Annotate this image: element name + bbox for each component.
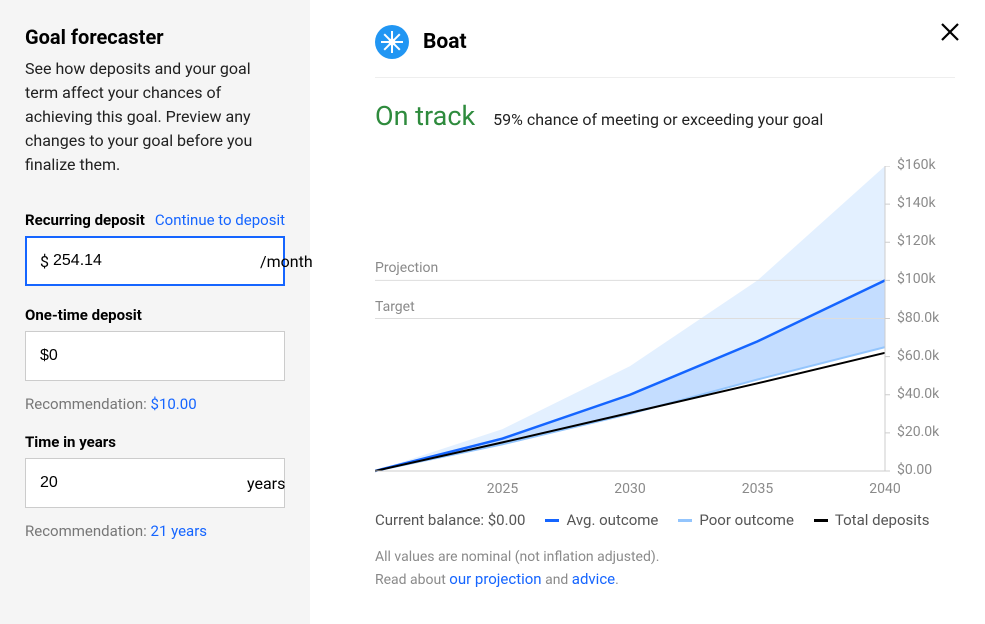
sidebar: Goal forecaster See how deposits and you… (0, 0, 310, 624)
time-group: Time in years years Recommendation: 21 y… (25, 433, 285, 540)
legend-total-deposits: Total deposits (814, 511, 930, 529)
time-input[interactable] (40, 474, 247, 492)
x-tick-label: 2040 (869, 481, 900, 497)
y-tick-label: $160k (897, 157, 936, 173)
advice-link[interactable]: advice (572, 570, 615, 588)
y-tick-label: $60.0k (897, 348, 939, 364)
recurring-deposit-input-wrap[interactable]: $ /month (25, 236, 285, 286)
recurring-deposit-input[interactable] (53, 252, 260, 270)
onetime-rec-label: Recommendation: (25, 395, 151, 413)
time-label: Time in years (25, 433, 116, 451)
status-description: 59% chance of meeting or exceeding your … (493, 110, 823, 129)
close-icon (940, 22, 960, 42)
boat-goal-icon (375, 25, 409, 59)
time-recommendation: Recommendation: 21 years (25, 522, 285, 540)
chart-legend: Current balance: $0.00 Avg. outcome Poor… (375, 511, 955, 529)
onetime-deposit-input-wrap[interactable] (25, 331, 285, 381)
y-tick-label: $20.0k (897, 424, 939, 440)
y-tick-label: $40.0k (897, 386, 939, 402)
sidebar-subtitle: See how deposits and your goal term affe… (25, 57, 285, 177)
x-tick-label: 2025 (487, 481, 518, 497)
sidebar-title: Goal forecaster (25, 25, 285, 49)
current-balance-label: Current balance: $0.00 (375, 511, 525, 529)
legend-poor-outcome: Poor outcome (678, 511, 794, 529)
goal-name: Boat (423, 30, 467, 54)
legend-avg-outcome: Avg. outcome (545, 511, 658, 529)
recurring-deposit-group: Recurring deposit Continue to deposit $ … (25, 211, 285, 286)
projection-ref-label: Projection (375, 260, 438, 276)
onetime-deposit-input[interactable] (40, 347, 270, 365)
projection-link[interactable]: our projection (449, 570, 541, 588)
recurring-deposit-suffix: /month (260, 252, 313, 271)
y-tick-label: $140k (897, 195, 936, 211)
time-rec-value[interactable]: 21 years (151, 522, 208, 540)
currency-prefix: $ (40, 252, 49, 271)
onetime-rec-value[interactable]: $10.00 (151, 395, 197, 413)
close-button[interactable] (940, 22, 960, 46)
onetime-deposit-group: One-time deposit Recommendation: $10.00 (25, 306, 285, 413)
x-tick-label: 2035 (742, 481, 773, 497)
main-panel: Boat On track 59% chance of meeting or e… (310, 0, 985, 624)
footnote: All values are nominal (not inflation ad… (375, 547, 955, 591)
time-rec-label: Recommendation: (25, 522, 151, 540)
recurring-deposit-label: Recurring deposit (25, 211, 145, 229)
footnote-line-1: All values are nominal (not inflation ad… (375, 547, 955, 568)
forecast-chart: Projection Target $0.00 $20.0k $40.0k $60.0… (375, 166, 955, 501)
y-tick-label: $120k (897, 233, 936, 249)
onetime-deposit-label: One-time deposit (25, 306, 142, 324)
status-label: On track (375, 100, 475, 132)
target-ref-label: Target (375, 299, 415, 315)
goal-header: Boat (375, 25, 955, 78)
continue-to-deposit-link[interactable]: Continue to deposit (155, 211, 285, 229)
footnote-line-2: Read about our projection and advice. (375, 568, 955, 591)
y-tick-label: $80.0k (897, 310, 939, 326)
onetime-recommendation: Recommendation: $10.00 (25, 395, 285, 413)
y-tick-label: $0.00 (897, 462, 932, 478)
x-tick-label: 2030 (614, 481, 645, 497)
y-tick-label: $100k (897, 271, 936, 287)
time-input-wrap[interactable]: years (25, 458, 285, 508)
status-row: On track 59% chance of meeting or exceed… (375, 100, 955, 132)
time-suffix: years (247, 474, 285, 493)
